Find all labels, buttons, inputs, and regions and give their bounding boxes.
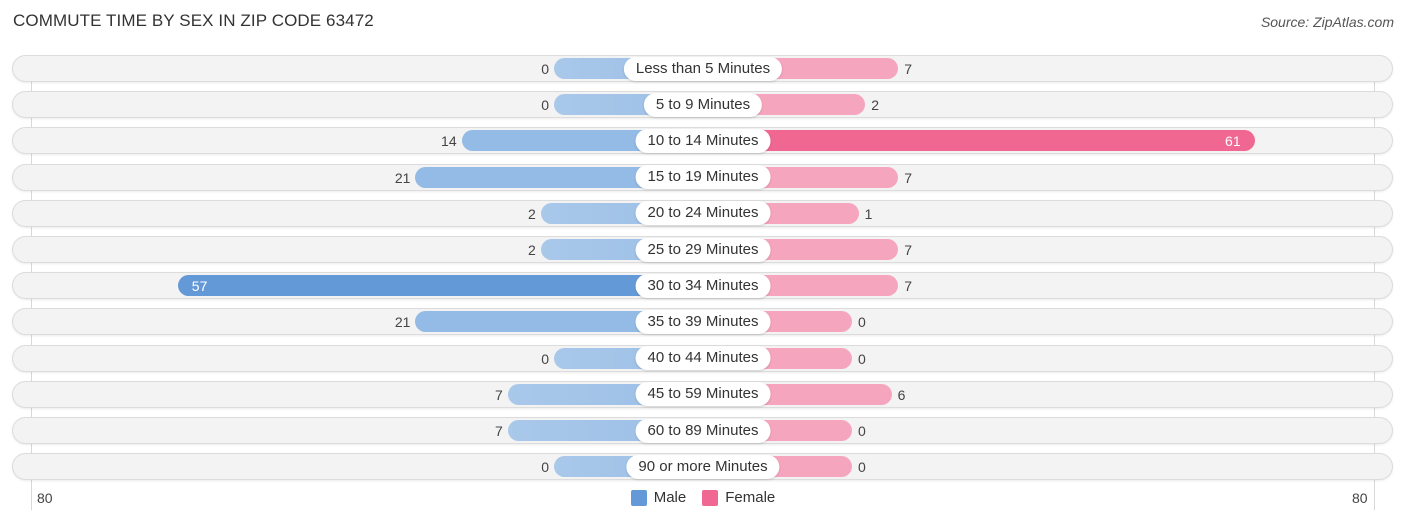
value-label-male: 0	[541, 61, 549, 77]
value-label-male: 0	[541, 350, 549, 367]
category-label: Less than 5 Minutes	[623, 56, 783, 81]
category-label: 25 to 29 Minutes	[635, 237, 771, 262]
value-label-female: 0	[858, 459, 866, 476]
legend-label-male: Male	[653, 489, 687, 506]
value-label-male: 14	[441, 133, 457, 150]
legend-swatch-male	[630, 489, 647, 506]
value-label-female: 0	[858, 350, 866, 367]
value-label-male: 0	[541, 97, 549, 114]
value-label-male: 7	[495, 423, 503, 439]
value-label-female: 0	[858, 423, 866, 439]
bar-male	[177, 275, 703, 297]
legend-label-female: Female	[725, 489, 776, 506]
value-label-male: 0	[541, 459, 549, 476]
value-label-female: 2	[871, 97, 879, 114]
category-label: 20 to 24 Minutes	[635, 201, 771, 226]
category-label: 90 or more Minutes	[626, 454, 780, 479]
legend-item-female: Female	[702, 489, 775, 506]
value-label-female: 6	[897, 386, 906, 403]
category-label: 40 to 44 Minutes	[635, 346, 771, 371]
bar-female	[703, 130, 1255, 152]
value-label-male: 21	[394, 314, 411, 331]
value-label-female: 7	[904, 242, 912, 258]
value-label-female: 0	[858, 314, 866, 331]
value-label-female: 7	[904, 61, 912, 77]
category-label: 35 to 39 Minutes	[635, 309, 771, 334]
value-label-male: 21	[394, 169, 411, 186]
chart-area: 80 80 Less than 5 Minutes 0 7 5 to 9 Minute…	[0, 0, 1406, 523]
value-label-female: 61	[1225, 133, 1241, 150]
category-label: 30 to 34 Minutes	[635, 273, 771, 298]
value-label-male: 2	[528, 242, 536, 258]
category-label: 60 to 89 Minutes	[635, 418, 771, 443]
value-label-female: 7	[904, 169, 912, 186]
legend-swatch-female	[702, 489, 719, 506]
legend-item-male: Male	[630, 489, 687, 506]
category-label: 5 to 9 Minutes	[643, 92, 763, 117]
category-label: 15 to 19 Minutes	[635, 165, 771, 190]
value-label-female: 7	[904, 278, 912, 295]
category-label: 45 to 59 Minutes	[635, 382, 771, 407]
category-label: 10 to 14 Minutes	[635, 128, 771, 153]
legend: Male Female	[0, 489, 1406, 506]
value-label-female: 1	[864, 205, 873, 222]
value-label-male: 2	[528, 205, 536, 222]
value-label-male: 57	[191, 278, 208, 295]
value-label-male: 7	[495, 386, 503, 403]
